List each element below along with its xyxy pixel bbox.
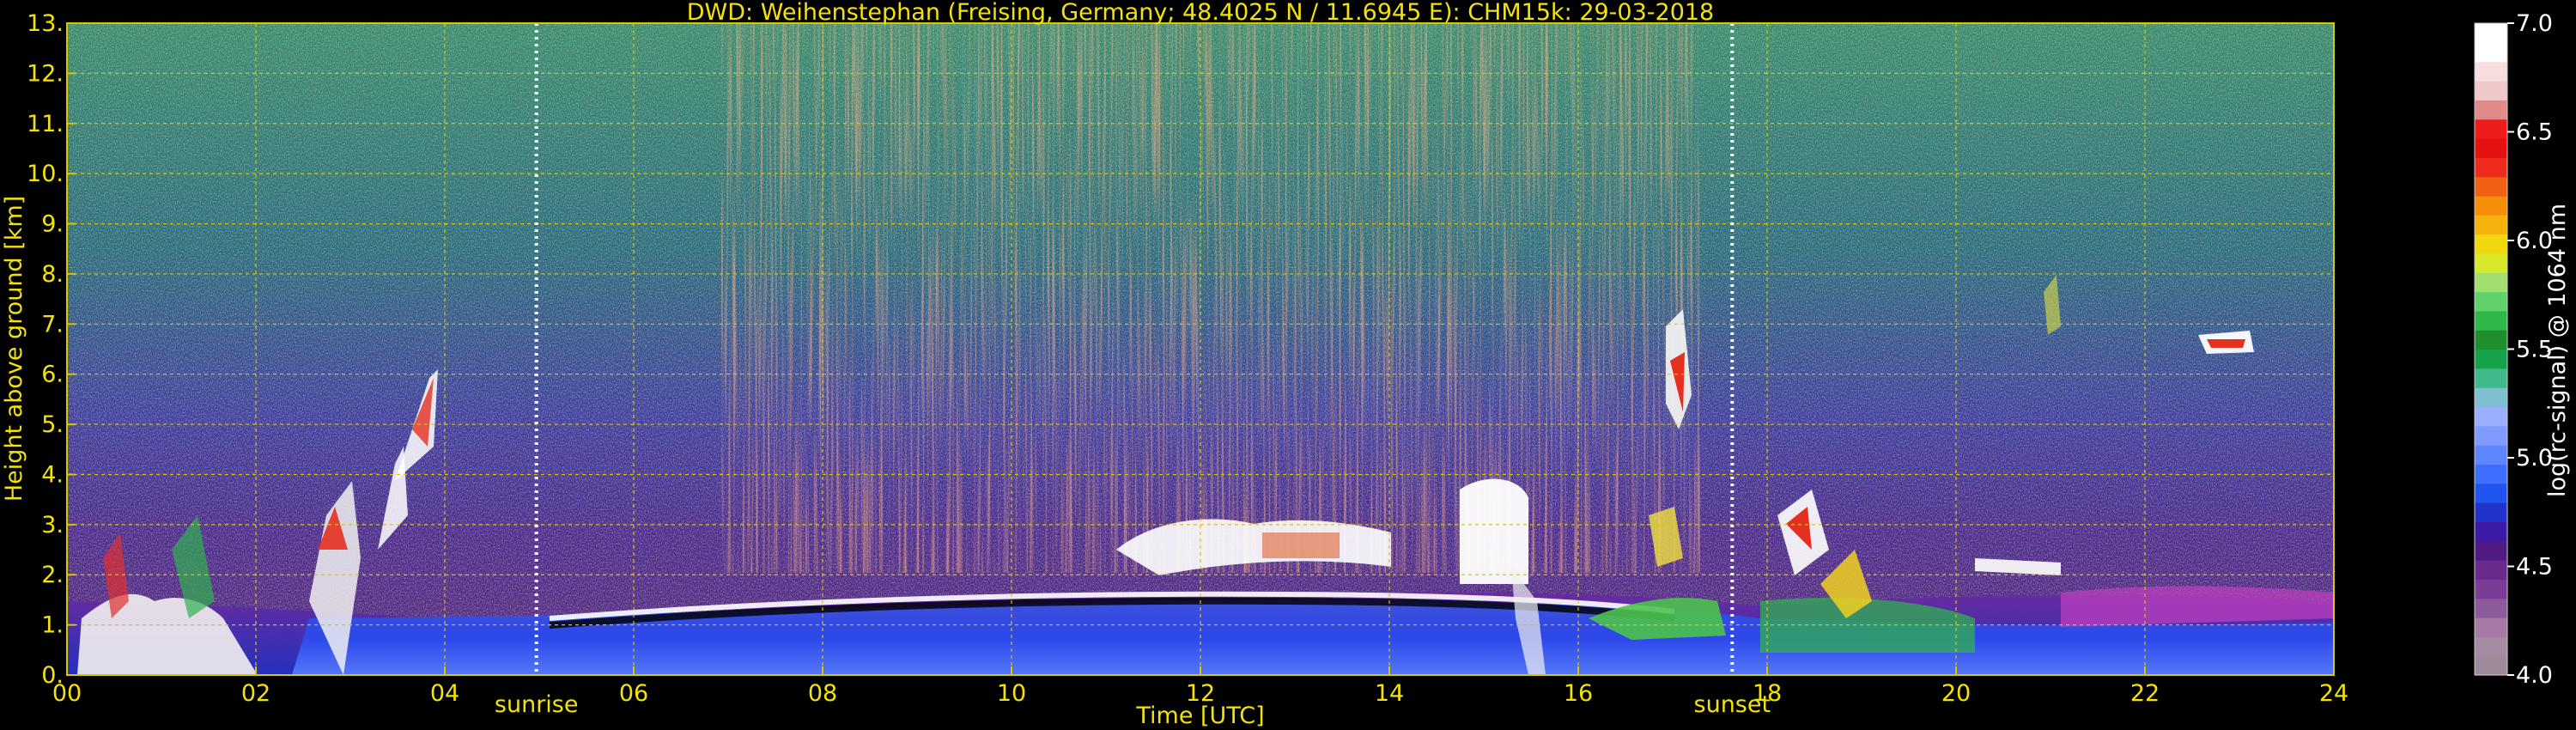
y-tick-label: 5. (41, 411, 64, 438)
colorbar-segment (2475, 579, 2507, 599)
x-axis-label: Time [UTC] (1135, 703, 1264, 729)
colorbar-segment (2475, 617, 2507, 637)
colorbar-segment (2475, 23, 2507, 43)
colorbar-segment (2475, 195, 2507, 216)
colorbar-segment (2475, 119, 2507, 139)
colorbar-segment (2475, 176, 2507, 197)
x-tick-label: 06 (619, 680, 648, 707)
colorbar-segment (2475, 464, 2507, 484)
y-tick-label: 11. (27, 111, 64, 137)
y-tick-label: 8. (41, 261, 64, 288)
y-tick-label: 6. (41, 362, 64, 388)
y-tick-label: 2. (41, 562, 64, 588)
colorbar-tick-label: 6.5 (2516, 119, 2553, 146)
colorbar-tick-label: 7.0 (2516, 10, 2553, 37)
y-tick-label: 9. (41, 211, 64, 238)
colorbar-segment (2475, 157, 2507, 178)
colorbar-segment (2475, 310, 2507, 331)
colorbar-segment (2475, 636, 2507, 657)
colorbar-segment (2475, 234, 2507, 254)
colorbar-tick-label: 4.0 (2516, 662, 2553, 689)
colorbar-segment (2475, 215, 2507, 235)
colorbar-segment (2475, 272, 2507, 293)
colorbar-segment (2475, 560, 2507, 580)
colorbar-segment (2475, 42, 2507, 63)
colorbar-segment (2475, 406, 2507, 427)
colorbar-segment (2475, 521, 2507, 542)
colorbar-segment (2475, 349, 2507, 369)
y-tick-label: 1. (41, 612, 64, 639)
x-tick-label: 18 (1753, 680, 1782, 707)
x-tick-label: 04 (430, 680, 459, 707)
colorbar-segment (2475, 483, 2507, 503)
sunrise-label: sunrise (495, 691, 579, 718)
x-tick-label: 16 (1564, 680, 1593, 707)
y-tick-label: 7. (41, 311, 64, 338)
y-axis-label: Height above ground [km] (1, 196, 27, 502)
colorbar-segment (2475, 598, 2507, 618)
colorbar-segment (2475, 330, 2507, 350)
colorbar-segment (2475, 425, 2507, 446)
y-tick-label: 3. (41, 512, 64, 538)
colorbar-segment (2475, 100, 2507, 120)
x-tick-label: 02 (241, 680, 270, 707)
colorbar-segment (2475, 387, 2507, 408)
x-tick-label: 10 (997, 680, 1026, 707)
x-tick-label: 14 (1375, 680, 1404, 707)
colorbar-label: log(rc-signal) @ 1064 nm (2544, 204, 2571, 497)
colorbar-segment (2475, 80, 2507, 100)
y-tick-label: 4. (41, 461, 64, 488)
colorbar-segment (2475, 291, 2507, 312)
colorbar-segment (2475, 502, 2507, 523)
chart-title: DWD: Weihenstephan (Freising, Germany; 4… (687, 0, 1715, 26)
y-tick-label: 0. (41, 662, 64, 689)
colorbar-segment (2475, 137, 2507, 158)
y-tick-label: 12. (27, 60, 64, 87)
colorbar-segment (2475, 252, 2507, 273)
y-tick-label: 13. (27, 10, 64, 37)
x-tick-label: 24 (2319, 680, 2348, 707)
colorbar-tick-label: 4.5 (2516, 554, 2553, 581)
x-tick-label: 22 (2130, 680, 2160, 707)
x-tick-label: 08 (808, 680, 837, 707)
colorbar-segment (2475, 655, 2507, 676)
y-tick-label: 10. (27, 161, 64, 187)
colorbar-segment (2475, 445, 2507, 465)
x-tick-label: 20 (1941, 680, 1971, 707)
colorbar-segment (2475, 368, 2507, 388)
colorbar-segment (2475, 61, 2507, 82)
ceilometer-chart: sunrise sunset 00 02 04 06 08 10 12 14 16 18 20 22 24… (0, 0, 2576, 730)
colorbar-segment (2475, 540, 2507, 561)
